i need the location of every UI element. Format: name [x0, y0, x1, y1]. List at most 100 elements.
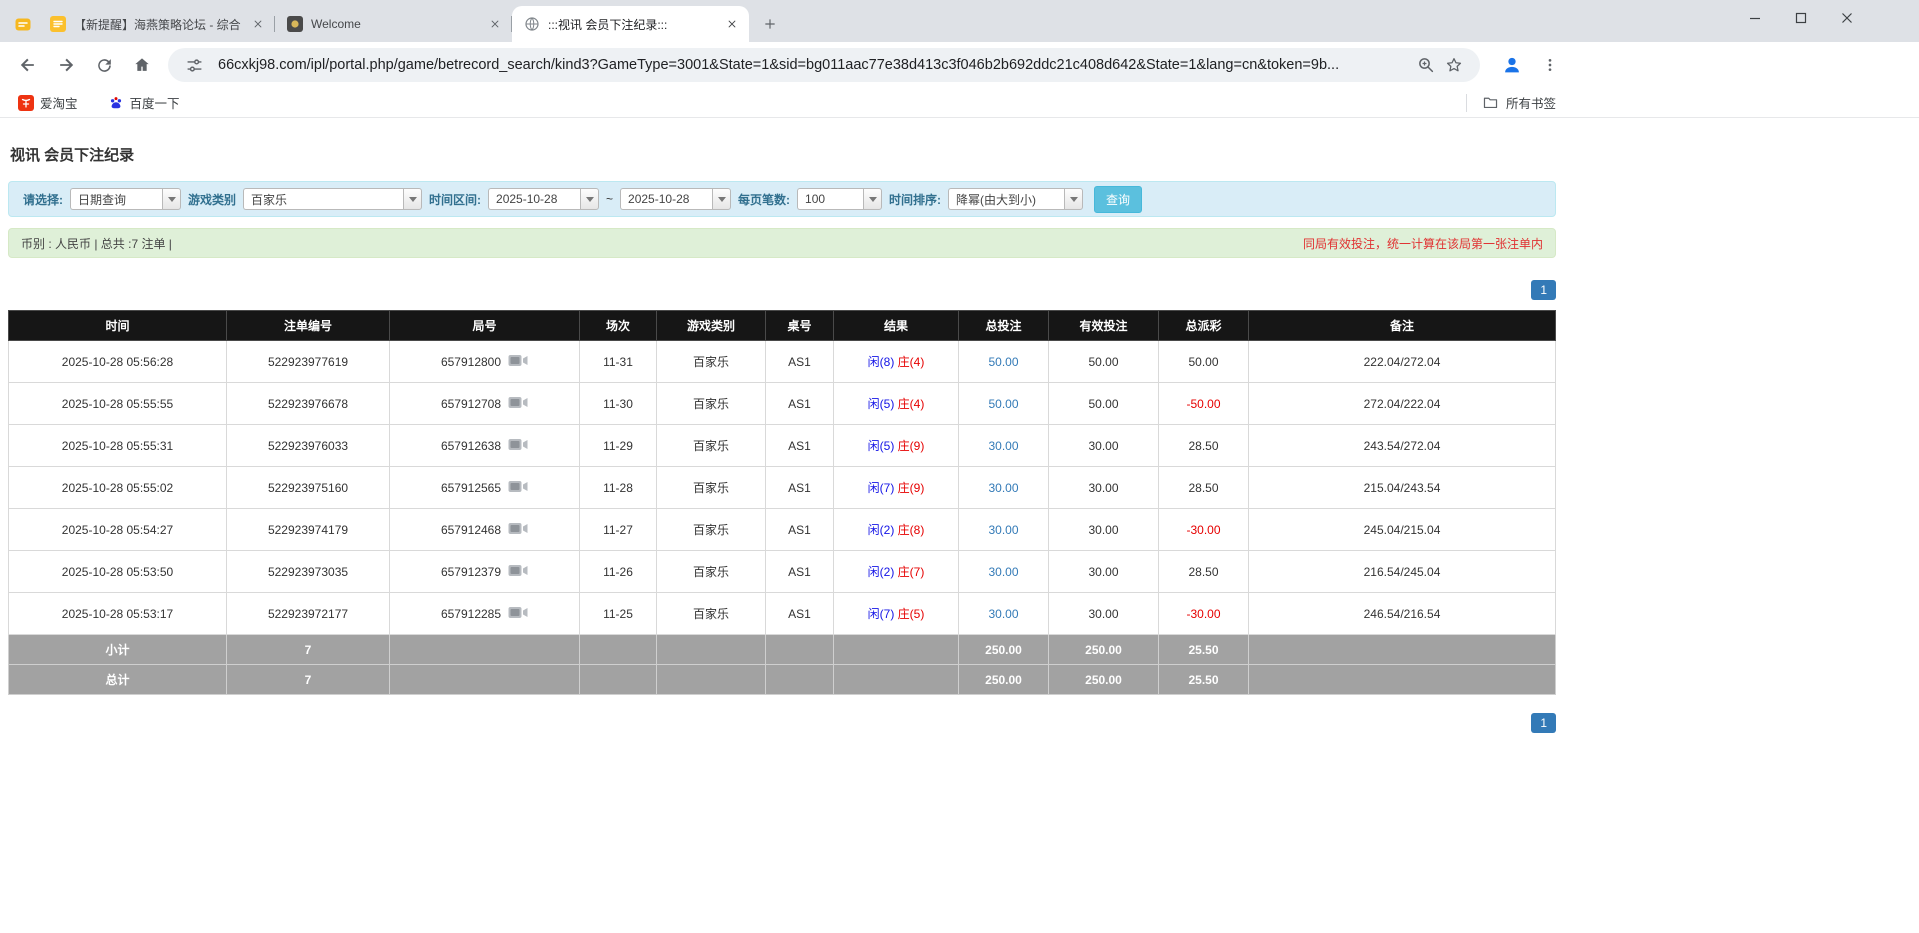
range-tilde: ~	[606, 192, 613, 206]
tab-close-icon[interactable]	[249, 15, 267, 33]
site-settings-icon[interactable]	[180, 51, 208, 79]
per-page-value[interactable]	[797, 188, 863, 210]
chevron-down-icon[interactable]	[580, 188, 599, 210]
date-to-value[interactable]	[620, 188, 712, 210]
cell-valid-bet: 30.00	[1049, 425, 1159, 467]
forward-icon[interactable]	[48, 47, 84, 83]
game-type-value[interactable]	[243, 188, 403, 210]
profile-icon[interactable]	[1496, 49, 1528, 81]
table-row: 2025-10-28 05:55:02522923975160657912565…	[9, 467, 1556, 509]
sort-select[interactable]	[948, 188, 1083, 210]
sort-value[interactable]	[948, 188, 1064, 210]
total-row: 总计7250.00250.0025.50	[9, 665, 1556, 695]
bet-records-table: 时间注单编号局号场次游戏类别桌号结果总投注有效投注总派彩备注 2025-10-2…	[8, 310, 1556, 695]
cell-time: 2025-10-28 05:53:50	[9, 551, 227, 593]
cell-remark: 222.04/272.04	[1249, 341, 1556, 383]
total-bet-link[interactable]: 50.00	[988, 397, 1018, 411]
chevron-down-icon[interactable]	[403, 188, 422, 210]
cell-table-no: AS1	[766, 509, 834, 551]
all-bookmarks[interactable]: 所有书签	[1466, 93, 1556, 112]
footer-cell: 250.00	[1049, 665, 1159, 695]
cell-table-no: AS1	[766, 551, 834, 593]
page-1-button[interactable]: 1	[1531, 280, 1556, 300]
video-playback-icon[interactable]	[508, 606, 528, 622]
footer-cell	[580, 635, 657, 665]
banker-result: 庄(4)	[898, 355, 925, 369]
chevron-down-icon[interactable]	[863, 188, 882, 210]
query-type-value[interactable]	[70, 188, 162, 210]
url-text[interactable]: 66cxkj98.com/ipl/portal.php/game/betreco…	[218, 57, 1412, 73]
bookmark-star-icon[interactable]	[1440, 51, 1468, 79]
chevron-down-icon[interactable]	[1064, 188, 1083, 210]
forum-tab-favicon	[50, 16, 66, 32]
video-playback-icon[interactable]	[508, 354, 528, 370]
cell-table-no: AS1	[766, 593, 834, 635]
total-bet-link[interactable]: 30.00	[988, 439, 1018, 453]
zoom-icon[interactable]	[1412, 51, 1440, 79]
footer-cell	[390, 665, 580, 695]
tab-close-icon[interactable]	[486, 15, 504, 33]
video-playback-icon[interactable]	[508, 522, 528, 538]
cell-remark: 272.04/222.04	[1249, 383, 1556, 425]
tab-welcome[interactable]: Welcome	[275, 6, 512, 42]
welcome-tab-favicon	[287, 16, 303, 32]
column-header: 总投注	[959, 311, 1049, 341]
page-1-button[interactable]: 1	[1531, 713, 1556, 733]
total-bet-link[interactable]: 30.00	[988, 481, 1018, 495]
cell-table-no: AS1	[766, 425, 834, 467]
banker-result: 庄(7)	[898, 565, 925, 579]
column-header: 结果	[834, 311, 959, 341]
column-header: 注单编号	[227, 311, 390, 341]
new-tab-button[interactable]	[755, 9, 785, 39]
bookmark-baidu[interactable]: 百度一下	[104, 91, 184, 115]
date-from-select[interactable]	[488, 188, 599, 210]
bookmark-aitaobao[interactable]: 爱淘宝	[14, 91, 82, 115]
footer-cell: 250.00	[959, 665, 1049, 695]
cell-payout: -30.00	[1159, 509, 1249, 551]
home-icon[interactable]	[124, 47, 160, 83]
minimize-button[interactable]	[1732, 0, 1778, 36]
cell-total-bet: 50.00	[959, 341, 1049, 383]
cell-session: 11-30	[580, 383, 657, 425]
video-playback-icon[interactable]	[508, 564, 528, 580]
per-page-select[interactable]	[797, 188, 882, 210]
tab-title: Welcome	[311, 17, 478, 31]
refresh-icon[interactable]	[86, 47, 122, 83]
close-button[interactable]	[1824, 0, 1870, 36]
total-bet-link[interactable]: 30.00	[988, 523, 1018, 537]
cell-bet-id: 522923976678	[227, 383, 390, 425]
table-row: 2025-10-28 05:54:27522923974179657912468…	[9, 509, 1556, 551]
back-icon[interactable]	[10, 47, 46, 83]
total-bet-link[interactable]: 30.00	[988, 607, 1018, 621]
tab-close-icon[interactable]	[723, 15, 741, 33]
video-playback-icon[interactable]	[508, 480, 528, 496]
tab-forum[interactable]: 【新提醒】海燕策略论坛 - 综合	[38, 6, 275, 42]
aitaobao-favicon	[18, 95, 34, 111]
pinned-tab-favicon[interactable]	[8, 8, 38, 42]
cell-time: 2025-10-28 05:53:17	[9, 593, 227, 635]
date-to-select[interactable]	[620, 188, 731, 210]
search-button[interactable]: 查询	[1094, 186, 1142, 213]
tab-bet-records[interactable]: :::视讯 会员下注纪录:::	[512, 6, 749, 42]
query-type-select[interactable]	[70, 188, 181, 210]
cell-session: 11-29	[580, 425, 657, 467]
cell-valid-bet: 30.00	[1049, 467, 1159, 509]
chevron-down-icon[interactable]	[162, 188, 181, 210]
footer-cell: 25.50	[1159, 635, 1249, 665]
cell-round: 657912800	[390, 341, 580, 383]
cell-valid-bet: 50.00	[1049, 341, 1159, 383]
chevron-down-icon[interactable]	[712, 188, 731, 210]
date-from-value[interactable]	[488, 188, 580, 210]
menu-icon[interactable]	[1534, 49, 1566, 81]
cell-valid-bet: 30.00	[1049, 593, 1159, 635]
total-bet-link[interactable]: 50.00	[988, 355, 1018, 369]
video-playback-icon[interactable]	[508, 396, 528, 412]
address-bar[interactable]: 66cxkj98.com/ipl/portal.php/game/betreco…	[168, 48, 1480, 82]
cell-total-bet: 30.00	[959, 425, 1049, 467]
maximize-button[interactable]	[1778, 0, 1824, 36]
footer-cell: 7	[227, 665, 390, 695]
video-playback-icon[interactable]	[508, 438, 528, 454]
total-bet-link[interactable]: 30.00	[988, 565, 1018, 579]
game-type-select[interactable]	[243, 188, 422, 210]
cell-game-type: 百家乐	[657, 383, 766, 425]
